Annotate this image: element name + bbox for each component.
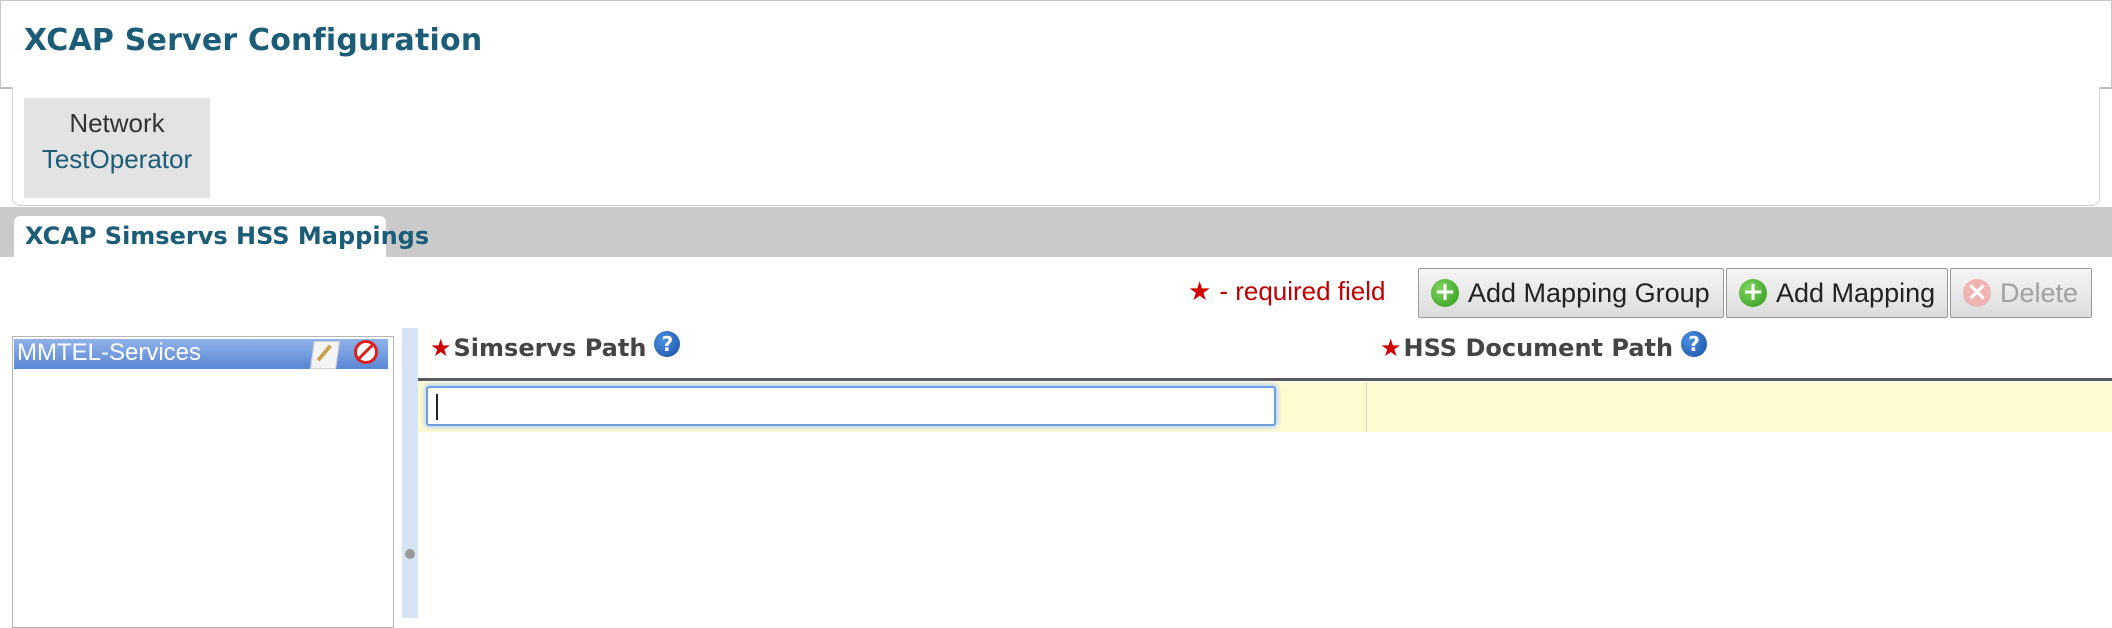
mapping-group-list: [12, 336, 394, 628]
add-mapping-group-button[interactable]: + Add Mapping Group: [1418, 268, 1724, 318]
page-header: XCAP Server Configuration: [0, 0, 2112, 89]
required-star-icon: ★: [1380, 334, 1402, 362]
column-header-hss-document-path: ★ HSS Document Path ?: [1380, 331, 1708, 362]
plus-circle-icon: +: [1431, 279, 1459, 307]
page-title: XCAP Server Configuration: [24, 23, 483, 58]
help-icon[interactable]: ?: [654, 331, 681, 357]
required-star-icon: ★: [430, 334, 452, 362]
delete-circle-icon: ×: [1963, 279, 1991, 307]
add-mapping-label: Add Mapping: [1776, 277, 1936, 308]
network-panel: [12, 87, 2100, 206]
cell-divider: [1366, 382, 1367, 432]
simservs-path-input[interactable]: [426, 386, 1276, 426]
required-star-icon: ★: [1188, 276, 1212, 306]
delete-label: Delete: [2000, 277, 2079, 308]
list-item-label: MMTEL-Services: [17, 339, 202, 366]
network-selector[interactable]: Network TestOperator: [24, 98, 210, 198]
delete-button[interactable]: × Delete: [1950, 268, 2092, 318]
tab-label: XCAP Simservs HSS Mappings: [25, 222, 430, 250]
column-header-label: HSS Document Path: [1403, 334, 1674, 362]
network-value-link[interactable]: TestOperator: [24, 144, 210, 175]
column-header-simservs-path: ★ Simservs Path ?: [430, 331, 681, 362]
edit-icon[interactable]: [310, 341, 340, 369]
no-entry-icon[interactable]: [354, 340, 378, 364]
tab-simservs-hss-mappings[interactable]: XCAP Simservs HSS Mappings: [14, 216, 429, 257]
network-label: Network: [69, 108, 165, 138]
required-field-text: - required field: [1219, 276, 1386, 306]
required-field-note: ★ - required field: [1188, 276, 1386, 307]
text-caret: [436, 394, 438, 420]
list-item-mmtel-services[interactable]: MMTEL-Services: [14, 339, 388, 369]
help-icon[interactable]: ?: [1681, 331, 1708, 357]
grid-header-rule: [418, 378, 2112, 381]
splitter-handle[interactable]: [405, 549, 415, 559]
plus-circle-icon: +: [1739, 279, 1767, 307]
pane-splitter[interactable]: [402, 328, 418, 618]
add-mapping-group-label: Add Mapping Group: [1468, 277, 1710, 308]
column-header-label: Simservs Path: [453, 334, 647, 362]
add-mapping-button[interactable]: + Add Mapping: [1726, 268, 1948, 318]
